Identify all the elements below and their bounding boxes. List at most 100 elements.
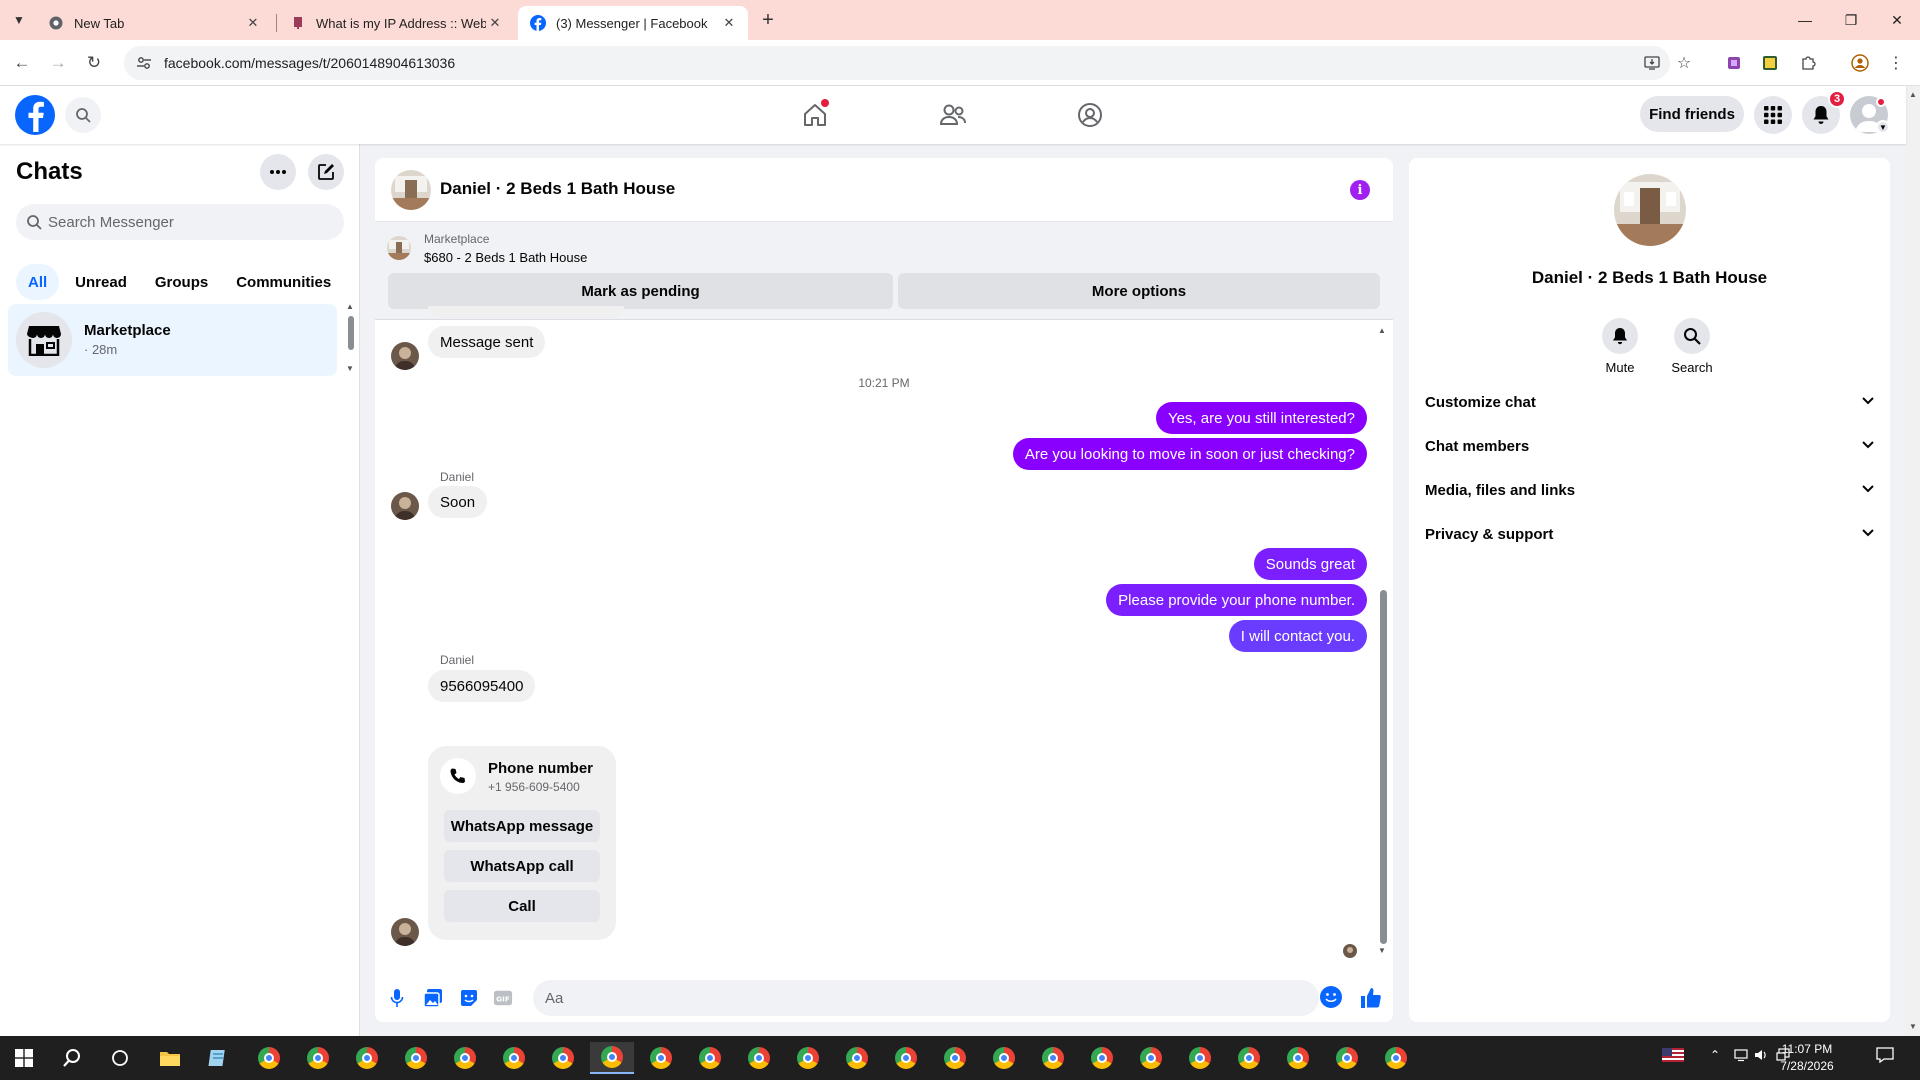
message-outgoing[interactable]: I will contact you. (1228, 620, 1367, 652)
windows-start-icon[interactable] (4, 1042, 44, 1074)
chrome-taskbar-icon[interactable] (837, 1042, 877, 1074)
window-minimize-icon[interactable]: — (1782, 8, 1828, 32)
find-friends-button[interactable]: Find friends (1640, 96, 1744, 132)
scroll-up-arrow-icon[interactable]: ▲ (1909, 90, 1917, 99)
chrome-taskbar-icon[interactable] (347, 1042, 387, 1074)
call-button[interactable]: Call (444, 890, 600, 922)
browser-menu-icon[interactable]: ⋮ (1884, 51, 1908, 75)
chrome-taskbar-icon[interactable] (788, 1042, 828, 1074)
conversation-info-icon[interactable]: i (1350, 180, 1370, 200)
filter-all[interactable]: All (16, 264, 60, 300)
message-outgoing[interactable]: Sounds great (1253, 548, 1367, 580)
scroll-up-arrow-icon[interactable]: ▲ (346, 302, 354, 311)
message-input[interactable]: Aa (533, 980, 1319, 1016)
chrome-taskbar-icon[interactable] (543, 1042, 583, 1074)
tab-search-chevron-icon[interactable]: ▼ (8, 10, 30, 30)
whatsapp-call-button[interactable]: WhatsApp call (444, 850, 600, 882)
gif-icon[interactable]: GIF (493, 988, 513, 1008)
home-nav-icon[interactable] (795, 95, 835, 135)
chrome-taskbar-icon[interactable] (1327, 1042, 1367, 1074)
gaming-nav-icon[interactable] (1070, 95, 1110, 135)
new-message-compose-icon[interactable] (308, 154, 344, 190)
account-chevron-down-icon[interactable]: ▼ (1876, 120, 1890, 134)
tab-messenger-facebook[interactable]: (3) Messenger | Facebook ✕ (518, 6, 748, 40)
chrome-taskbar-icon[interactable] (1033, 1042, 1073, 1074)
chrome-taskbar-icon[interactable] (739, 1042, 779, 1074)
chrome-taskbar-icon[interactable] (396, 1042, 436, 1074)
chrome-taskbar-icon[interactable] (1376, 1042, 1416, 1074)
conversation-title[interactable]: Daniel · 2 Beds 1 Bath House (440, 179, 675, 199)
scroll-up-arrow-icon[interactable]: ▲ (1378, 326, 1386, 335)
reload-icon[interactable]: ↻ (82, 51, 106, 75)
network-status-icon[interactable] (1734, 1048, 1748, 1065)
forward-arrow-icon[interactable]: → (46, 51, 70, 75)
daniel-avatar[interactable] (391, 342, 419, 370)
filter-communities[interactable]: Communities (224, 264, 343, 300)
chrome-taskbar-icon[interactable] (1229, 1042, 1269, 1074)
tab-new-tab[interactable]: New Tab ✕ (36, 6, 272, 40)
tab-close-icon[interactable]: ✕ (486, 14, 504, 32)
privacy-support-section[interactable]: Privacy & support (1425, 516, 1875, 552)
notepad-app-icon[interactable] (198, 1042, 238, 1074)
tab-what-is-my-ip[interactable]: What is my IP Address :: WebBr ✕ (278, 6, 514, 40)
mute-action[interactable]: Mute (1590, 318, 1650, 375)
chrome-taskbar-icon[interactable] (1278, 1042, 1318, 1074)
message-incoming[interactable]: 9566095400 (428, 670, 536, 702)
send-like-thumbs-up-icon[interactable] (1359, 986, 1383, 1010)
conversation-scrollbar[interactable]: ▲ ▼ (1377, 326, 1389, 956)
language-flag-icon[interactable] (1662, 1048, 1684, 1065)
daniel-avatar[interactable] (391, 918, 419, 946)
extension-yellow-icon[interactable] (1758, 51, 1782, 75)
scrollbar-thumb[interactable] (348, 316, 354, 350)
system-clock[interactable]: 11:07 PM 7/28/2026 (1770, 1041, 1844, 1075)
chat-list-scrollbar[interactable]: ▲ ▼ (346, 302, 356, 378)
mute-bell-icon[interactable] (1602, 318, 1638, 354)
search-messenger-input[interactable]: Search Messenger (16, 204, 344, 240)
message-incoming[interactable]: Message sent (428, 326, 546, 358)
chrome-taskbar-icon[interactable] (1180, 1042, 1220, 1074)
media-files-links-section[interactable]: Media, files and links (1425, 472, 1875, 508)
filter-groups[interactable]: Groups (143, 264, 220, 300)
show-hidden-icons-chevron-icon[interactable]: ⌃ (1710, 1048, 1720, 1062)
listing-thumbnail[interactable] (387, 236, 411, 260)
task-view-icon[interactable] (100, 1042, 140, 1074)
chrome-taskbar-icon[interactable] (1131, 1042, 1171, 1074)
customize-chat-section[interactable]: Customize chat (1425, 384, 1875, 420)
volume-speaker-icon[interactable] (1754, 1048, 1768, 1065)
site-settings-icon[interactable] (134, 55, 154, 71)
address-bar[interactable]: facebook.com/messages/t/2060148904613036 (124, 46, 1670, 80)
back-arrow-icon[interactable]: ← (10, 51, 34, 75)
scrollbar-thumb[interactable] (1380, 590, 1387, 944)
scroll-down-arrow-icon[interactable]: ▼ (1378, 946, 1386, 955)
chat-members-section[interactable]: Chat members (1425, 428, 1875, 464)
chrome-taskbar-icon-active[interactable] (590, 1042, 634, 1074)
chats-more-options-icon[interactable] (260, 154, 296, 190)
attach-photo-icon[interactable] (423, 988, 443, 1008)
friends-nav-icon[interactable] (933, 95, 973, 135)
message-outgoing[interactable]: Please provide your phone number. (1106, 584, 1367, 616)
more-options-button[interactable]: More options (898, 273, 1380, 309)
bookmark-star-icon[interactable]: ☆ (1672, 51, 1696, 75)
mark-as-pending-button[interactable]: Mark as pending (388, 273, 893, 309)
chrome-taskbar-icon[interactable] (935, 1042, 975, 1074)
notifications-bell-icon[interactable]: 3 (1802, 90, 1846, 134)
window-close-icon[interactable]: ✕ (1874, 8, 1920, 32)
new-tab-plus-icon[interactable]: + (757, 9, 779, 31)
scroll-down-arrow-icon[interactable]: ▼ (346, 364, 354, 373)
conversation-avatar[interactable] (391, 170, 431, 210)
chrome-taskbar-icon[interactable] (641, 1042, 681, 1074)
chrome-taskbar-icon[interactable] (690, 1042, 730, 1074)
file-explorer-icon[interactable] (150, 1042, 190, 1074)
chat-item-marketplace[interactable]: Marketplace · 28m (8, 304, 337, 376)
chrome-taskbar-icon[interactable] (984, 1042, 1024, 1074)
details-avatar[interactable] (1614, 174, 1686, 246)
filter-unread[interactable]: Unread (63, 264, 139, 300)
chrome-taskbar-icon[interactable] (494, 1042, 534, 1074)
chrome-taskbar-icon[interactable] (445, 1042, 485, 1074)
daniel-avatar[interactable] (391, 492, 419, 520)
facebook-logo-icon[interactable] (15, 95, 55, 135)
menu-grid-icon[interactable] (1754, 96, 1792, 134)
chrome-taskbar-icon[interactable] (1082, 1042, 1122, 1074)
tab-close-icon[interactable]: ✕ (244, 14, 262, 32)
install-app-icon[interactable] (1640, 51, 1664, 75)
